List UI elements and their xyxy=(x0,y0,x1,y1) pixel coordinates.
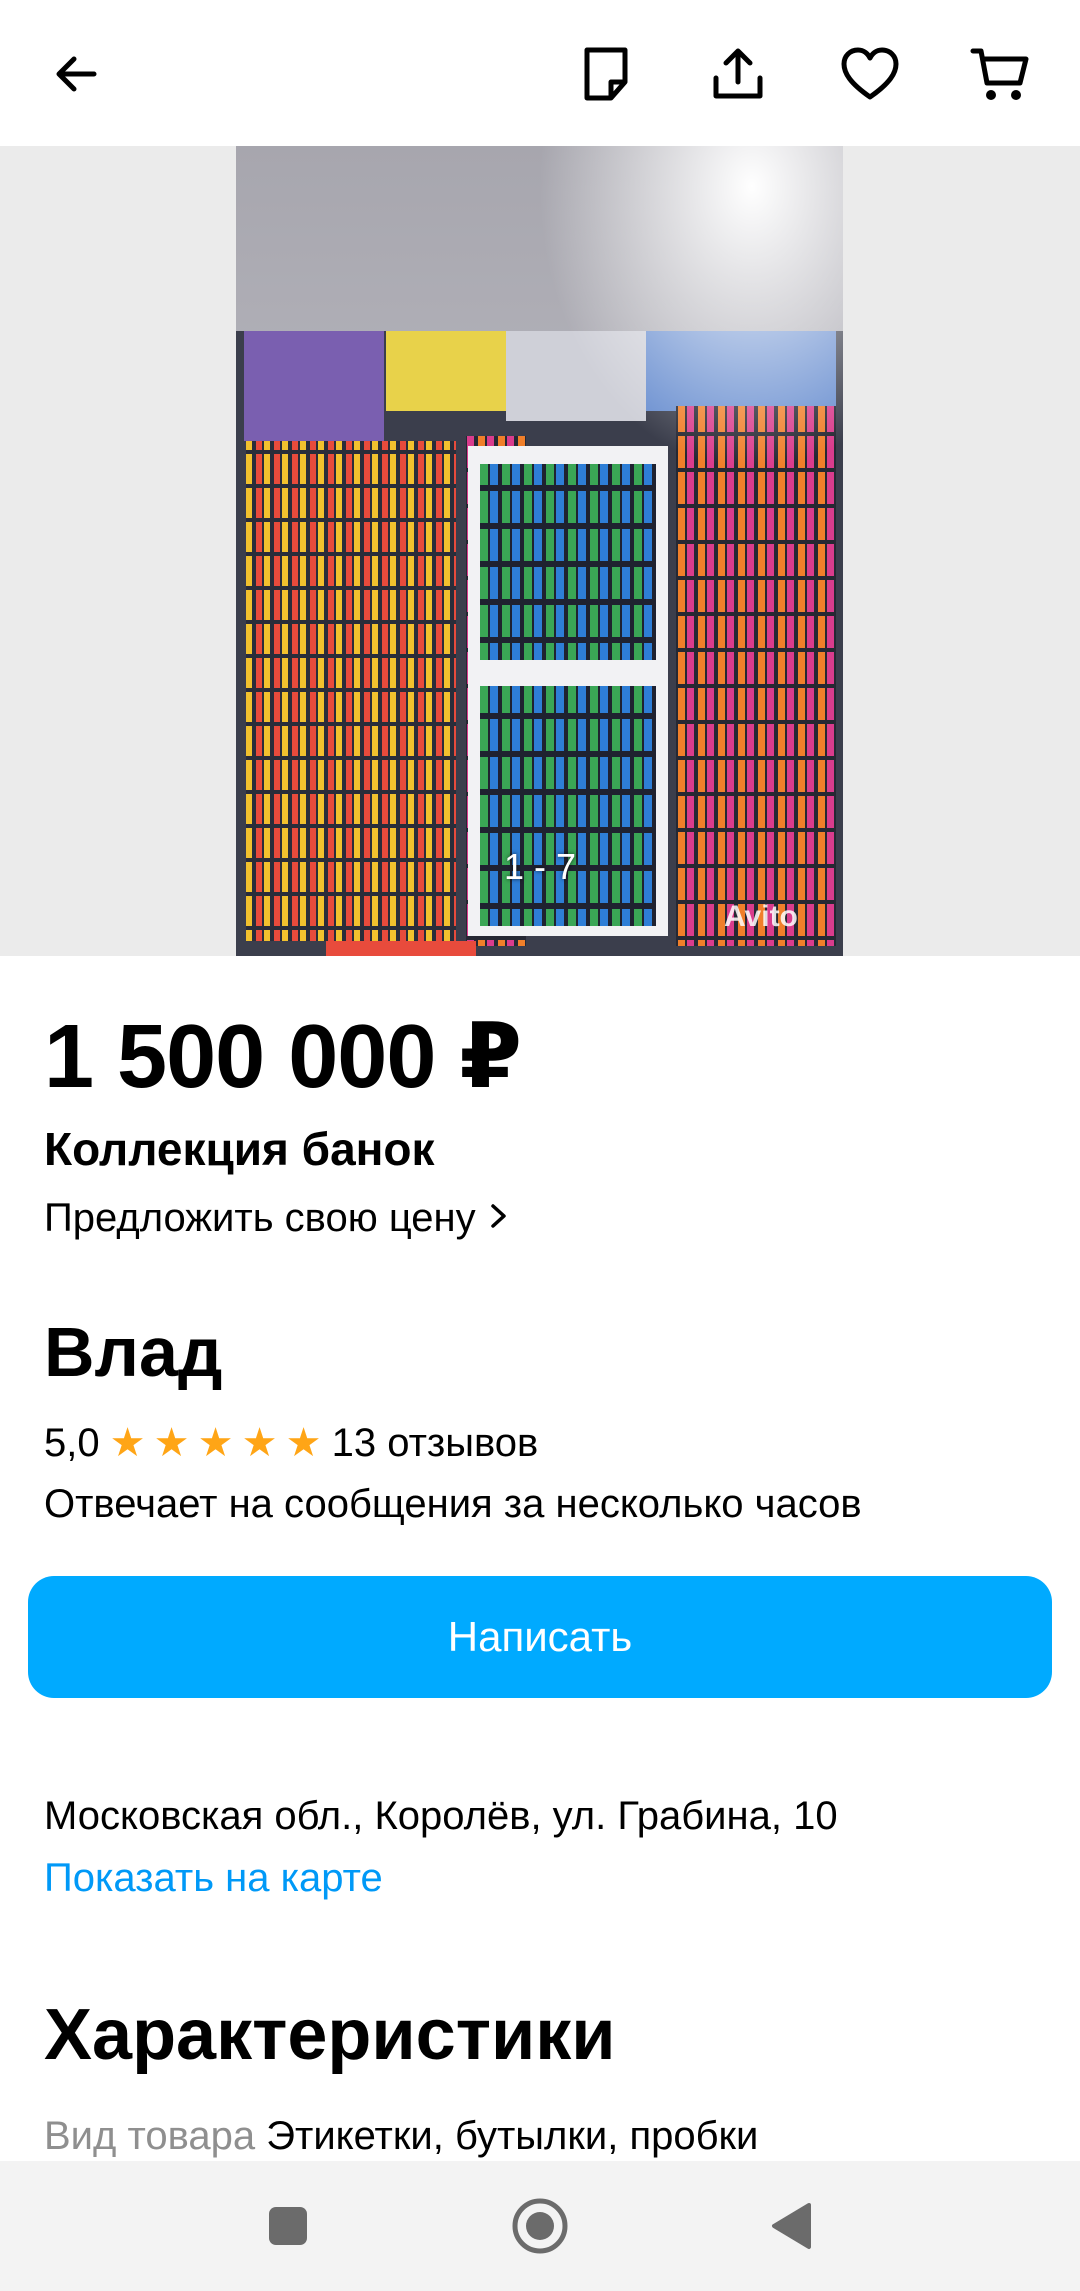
write-message-button[interactable]: Написать xyxy=(28,1576,1052,1698)
heart-icon[interactable] xyxy=(832,36,908,112)
rating-value: 5,0 xyxy=(44,1420,100,1465)
characteristic-row: Вид товара Этикетки, бутылки, пробки xyxy=(44,2114,758,2159)
photo-gallery[interactable]: 1 - 7 Avito xyxy=(0,146,1080,956)
characteristic-key: Вид товара xyxy=(44,2114,256,2158)
rating-stars: ★ ★ ★ ★ ★ xyxy=(106,1420,326,1466)
share-icon[interactable] xyxy=(700,36,776,112)
avito-watermark: Avito xyxy=(724,900,798,933)
note-icon[interactable] xyxy=(568,36,644,112)
photo-counter: 1 - 7 xyxy=(503,846,577,887)
star-icon: ★ xyxy=(153,1421,190,1465)
characteristics-heading: Характеристики xyxy=(44,1995,616,2075)
back-arrow-icon[interactable] xyxy=(38,36,114,112)
star-icon: ★ xyxy=(241,1421,278,1465)
seller-name[interactable]: Влад xyxy=(44,1312,222,1392)
characteristic-value: Этикетки, бутылки, пробки xyxy=(266,2114,759,2158)
show-on-map-link[interactable]: Показать на карте xyxy=(44,1856,383,1901)
offer-price-label: Предложить свою цену xyxy=(44,1196,476,1240)
price: 1 500 000 ₽ xyxy=(44,1007,522,1107)
home-icon[interactable] xyxy=(505,2191,575,2261)
listing-photo[interactable] xyxy=(236,146,843,956)
star-icon: ★ xyxy=(109,1421,146,1465)
top-bar xyxy=(0,0,1080,146)
seller-rating[interactable]: 5,0 ★ ★ ★ ★ ★ 13 отзывов xyxy=(44,1420,538,1466)
back-nav-icon[interactable] xyxy=(756,2191,826,2261)
reply-time: Отвечает на сообщения за несколько часов xyxy=(44,1482,862,1526)
recent-apps-icon[interactable] xyxy=(253,2191,323,2261)
listing-title: Коллекция банок xyxy=(44,1123,435,1175)
system-nav-bar xyxy=(0,2161,1080,2291)
star-icon: ★ xyxy=(197,1421,234,1465)
cart-icon[interactable] xyxy=(962,36,1038,112)
star-icon: ★ xyxy=(285,1421,322,1465)
reviews-count: 13 отзывов xyxy=(331,1420,539,1465)
address: Московская обл., Королёв, ул. Грабина, 1… xyxy=(44,1794,838,1838)
offer-price-link[interactable]: Предложить свою цену xyxy=(44,1196,510,1241)
chevron-right-icon xyxy=(488,1196,510,1241)
